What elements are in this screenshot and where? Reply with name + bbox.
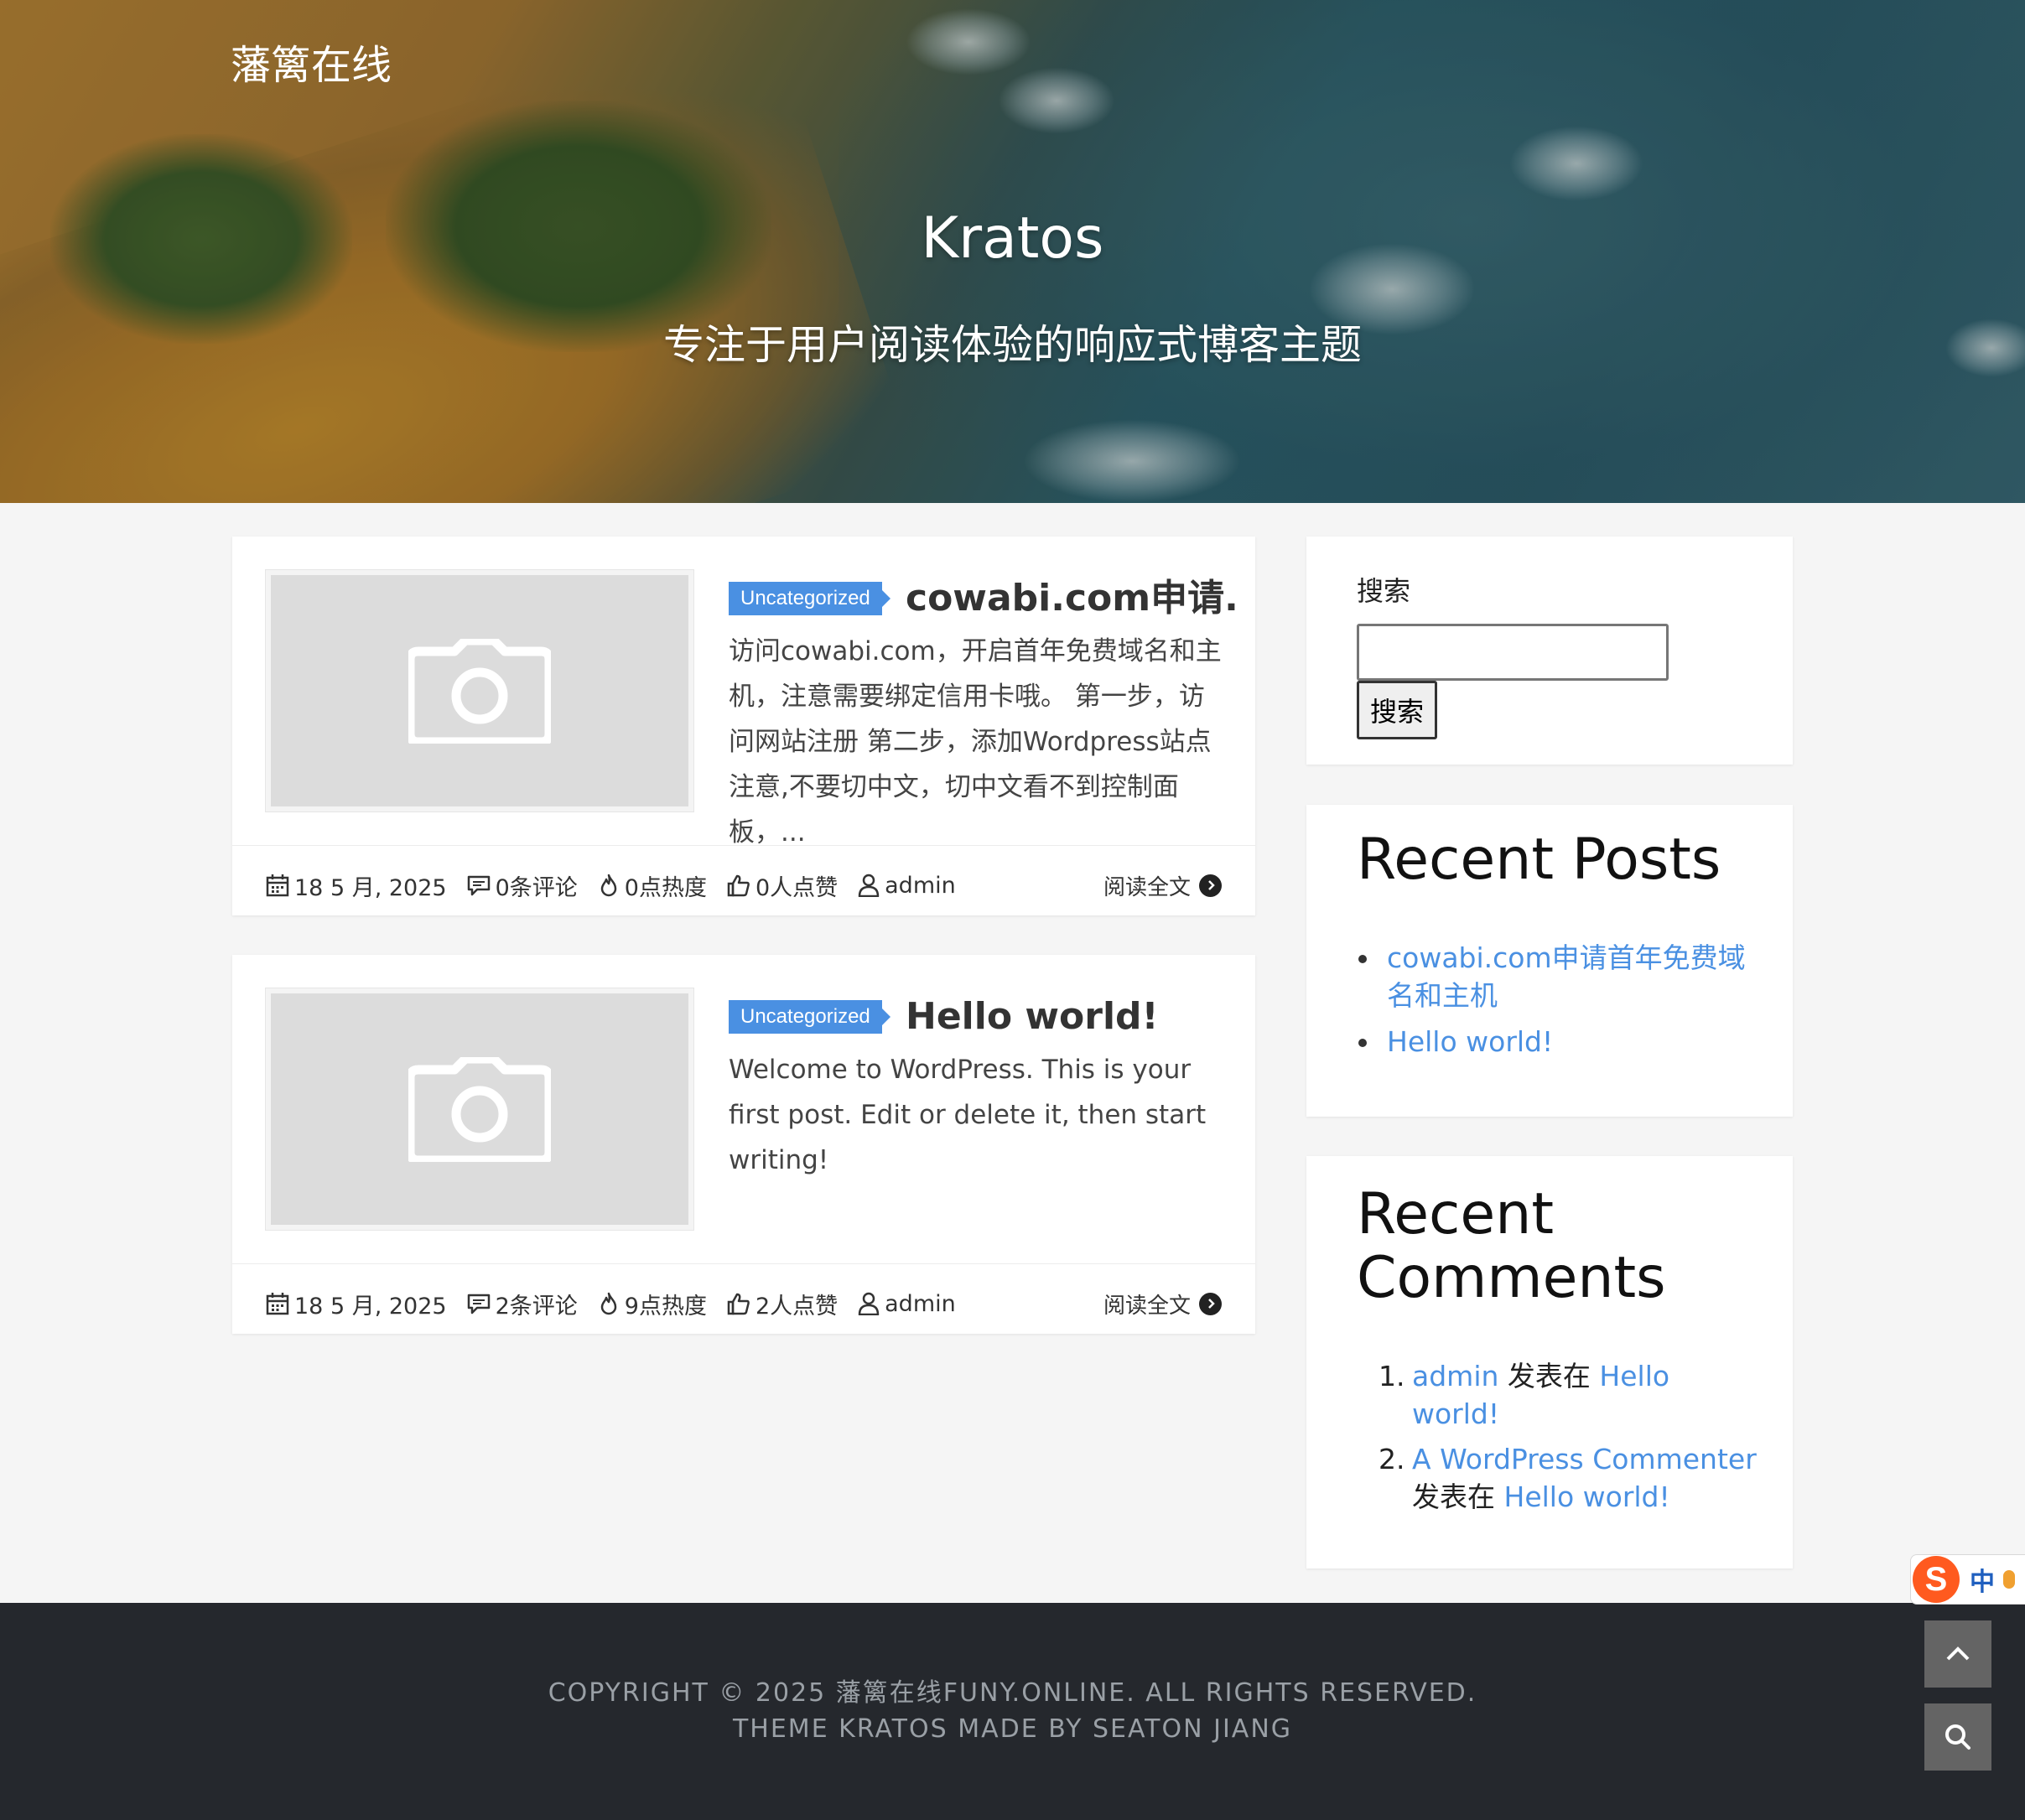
post-meta: 18 5 月, 2025 2条评论 9点热度 2人点赞 admin: [266, 1287, 976, 1320]
search-label: 搜索: [1357, 575, 1411, 607]
post-views: 0点热度: [598, 869, 707, 902]
read-more-link[interactable]: 阅读全文: [1103, 869, 1222, 902]
post-comments-text: 2条评论: [495, 1293, 578, 1320]
list-item: 1. admin 发表在 Hello world!: [1357, 1357, 1759, 1433]
list-item: cowabi.com申请首年免费域名和主机: [1357, 939, 1751, 1014]
post-comments[interactable]: 2条评论: [467, 1288, 578, 1320]
recent-posts-widget: Recent Posts cowabi.com申请首年免费域名和主机 Hello…: [1306, 805, 1793, 1117]
post-views-text: 0点热度: [624, 874, 707, 901]
footer-copyright: COPYRIGHT © 2025 藩篱在线FUNY.ONLINE. ALL RI…: [548, 1678, 1477, 1708]
post-card: Uncategorized cowabi.com申请... 访问cowabi.c…: [232, 537, 1255, 915]
recent-post-link[interactable]: Hello world!: [1387, 1025, 1553, 1058]
search-icon: [1945, 1724, 1970, 1750]
back-to-top-button[interactable]: [1924, 1620, 1991, 1688]
card-divider: [232, 1263, 1255, 1264]
post-author-text: admin: [885, 1290, 956, 1317]
post-excerpt: Welcome to WordPress. This is your first…: [729, 1055, 1207, 1175]
list-item: Hello world!: [1357, 1023, 1751, 1060]
post-comments-text: 0条评论: [495, 874, 578, 901]
post-likes[interactable]: 2人点赞: [727, 1288, 838, 1320]
category-badge[interactable]: Uncategorized: [729, 1000, 890, 1034]
list-number: 1.: [1379, 1360, 1405, 1392]
post-author[interactable]: admin: [858, 873, 956, 899]
search-widget: 搜索 搜索: [1306, 537, 1793, 765]
fire-icon: [600, 874, 617, 897]
post-author[interactable]: admin: [858, 1291, 956, 1317]
search-button[interactable]: 搜索: [1357, 681, 1437, 739]
read-more-label: 阅读全文: [1103, 874, 1191, 900]
camera-placeholder-icon: [408, 1056, 551, 1162]
card-divider: [232, 845, 1255, 846]
comment-connector: 发表在: [1412, 1480, 1495, 1513]
post-date-text: 18 5 月, 2025: [294, 874, 447, 901]
post-date: 18 5 月, 2025: [266, 869, 447, 902]
comment-post-link[interactable]: Hello world!: [1504, 1480, 1670, 1513]
recent-comments-widget: Recent Comments 1. admin 发表在 Hello world…: [1306, 1156, 1793, 1569]
post-thumbnail[interactable]: [265, 569, 694, 812]
thumbs-up-icon: [727, 1293, 750, 1315]
recent-post-link[interactable]: cowabi.com申请首年免费域名和主机: [1387, 941, 1746, 1012]
list-item: 2. A WordPress Commenter 发表在 Hello world…: [1357, 1440, 1759, 1516]
post-date: 18 5 月, 2025: [266, 1288, 447, 1320]
post-excerpt: 访问cowabi.com，开启首年免费域名和主机，注意需要绑定信用卡哦。 第一步…: [729, 636, 1222, 848]
post-title[interactable]: cowabi.com申请...: [906, 573, 1241, 624]
site-footer: COPYRIGHT © 2025 藩篱在线FUNY.ONLINE. ALL RI…: [0, 1603, 2025, 1820]
hero-subtitle: 专注于用户阅读体验的响应式博客主题: [662, 321, 1362, 369]
comment-author-link[interactable]: admin: [1412, 1360, 1498, 1392]
post-thumbnail[interactable]: [265, 988, 694, 1231]
post-likes-text: 2人点赞: [755, 1293, 839, 1320]
camera-placeholder-icon: [408, 638, 551, 744]
footer-theme-credit: THEME KRATOS MADE BY SEATON JIANG: [732, 1714, 1293, 1744]
ime-mode[interactable]: 中: [1970, 1561, 1995, 1598]
recent-comments-title: Recent Comments: [1357, 1181, 1666, 1311]
recent-posts-title: Recent Posts: [1357, 827, 1721, 893]
arrow-right-icon: [1199, 1292, 1222, 1315]
calendar-icon: [266, 1293, 289, 1315]
sogou-logo-icon: S: [1913, 1556, 1960, 1603]
comment-author-link[interactable]: A WordPress Commenter: [1412, 1443, 1757, 1475]
ime-toolbar[interactable]: S 中: [1910, 1554, 2025, 1605]
post-comments[interactable]: 0条评论: [467, 869, 578, 902]
comment-connector: 发表在: [1507, 1360, 1591, 1392]
recent-comments-list: 1. admin 发表在 Hello world! 2. A WordPress…: [1357, 1357, 1759, 1523]
post-likes[interactable]: 0人点赞: [727, 869, 838, 902]
post-views-text: 9点热度: [624, 1293, 707, 1320]
post-title[interactable]: Hello world!: [906, 992, 1241, 1042]
hero-banner: 藩篱在线 Kratos 专注于用户阅读体验的响应式博客主题: [0, 0, 2025, 503]
fire-icon: [600, 1292, 617, 1315]
category-badge[interactable]: Uncategorized: [729, 582, 890, 615]
post-likes-text: 0人点赞: [755, 874, 839, 901]
user-icon: [858, 1292, 880, 1315]
arrow-right-icon: [1199, 874, 1222, 897]
hero-title: Kratos: [921, 205, 1104, 272]
read-more-label: 阅读全文: [1103, 1293, 1191, 1319]
list-number: 2.: [1379, 1443, 1405, 1475]
search-input[interactable]: [1357, 624, 1669, 681]
ime-skin-icon: [2003, 1570, 2015, 1589]
read-more-link[interactable]: 阅读全文: [1103, 1287, 1222, 1320]
user-icon: [858, 874, 880, 897]
post-views: 9点热度: [598, 1288, 707, 1320]
calendar-icon: [266, 874, 289, 897]
site-brand-link[interactable]: 藩篱在线: [231, 32, 392, 91]
comment-icon: [467, 875, 490, 896]
post-date-text: 18 5 月, 2025: [294, 1293, 447, 1320]
floating-search-button[interactable]: [1924, 1703, 1991, 1771]
post-meta: 18 5 月, 2025 0条评论 0点热度 0人点赞 admin: [266, 869, 976, 902]
post-card: Uncategorized Hello world! Welcome to Wo…: [232, 955, 1255, 1334]
post-author-text: admin: [885, 872, 956, 899]
recent-posts-list: cowabi.com申请首年免费域名和主机 Hello world!: [1357, 939, 1751, 1069]
comment-icon: [467, 1294, 490, 1314]
chevron-up-icon: [1946, 1646, 1970, 1661]
thumbs-up-icon: [727, 874, 750, 897]
